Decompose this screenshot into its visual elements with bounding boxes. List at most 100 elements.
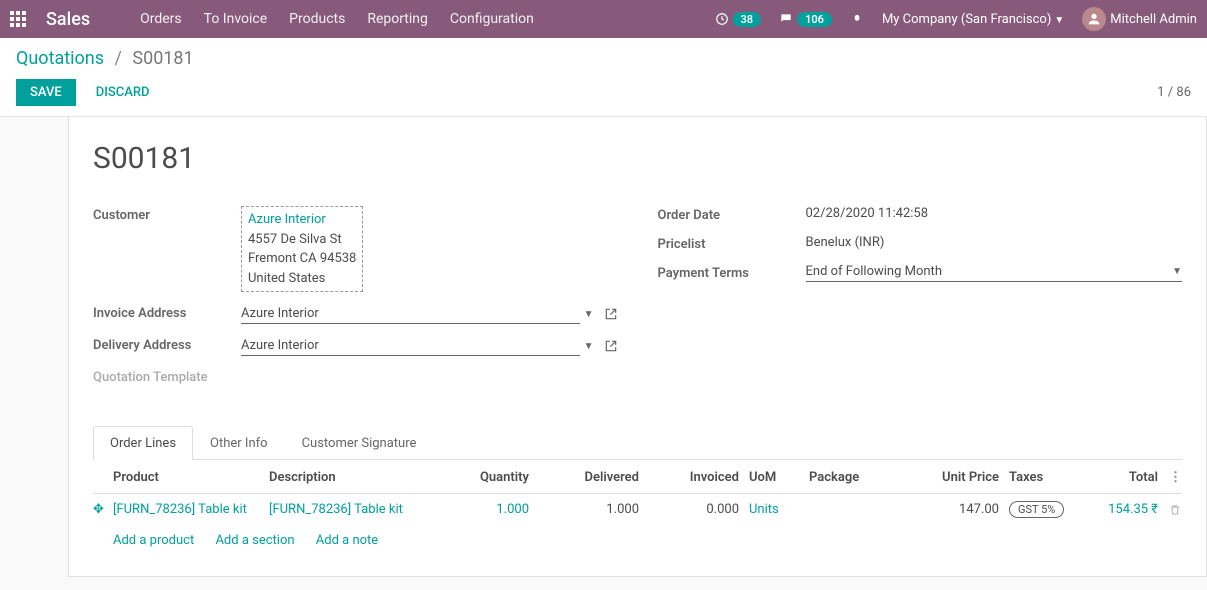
company-name: My Company (San Francisco) bbox=[882, 12, 1051, 27]
label-quotation-template: Quotation Template bbox=[93, 368, 241, 385]
cell-product[interactable]: [FURN_78236] Table kit bbox=[113, 502, 269, 517]
chat-button[interactable]: 106 bbox=[779, 12, 832, 27]
cell-unit-price[interactable]: 147.00 bbox=[899, 502, 999, 517]
breadcrumb-separator: / bbox=[114, 48, 121, 69]
tab-other-info[interactable]: Other Info bbox=[193, 426, 285, 460]
clock-icon bbox=[715, 12, 729, 26]
navbar-right: 38 106 My Company (San Francisco)▼ Mitch… bbox=[715, 7, 1198, 31]
customer-card: Azure Interior 4557 De Silva St Fremont … bbox=[241, 206, 363, 292]
header-total: Total bbox=[1079, 470, 1158, 485]
pager[interactable]: 1 / 86 bbox=[1157, 85, 1191, 100]
field-customer: Customer Azure Interior 4557 De Silva St… bbox=[93, 206, 618, 292]
breadcrumb: Quotations / S00181 bbox=[16, 48, 1191, 69]
label-pricelist: Pricelist bbox=[658, 235, 806, 252]
header-delivered: Delivered bbox=[529, 470, 639, 485]
value-payment-terms[interactable]: End of Following Month ▼ bbox=[806, 264, 1183, 282]
save-button[interactable]: SAVE bbox=[16, 79, 76, 106]
value-order-date[interactable]: 02/28/2020 11:42:58 bbox=[806, 206, 1183, 221]
customer-street: 4557 De Silva St bbox=[248, 230, 356, 250]
table-header: Product Description Quantity Delivered I… bbox=[93, 460, 1182, 494]
nav-reporting[interactable]: Reporting bbox=[367, 11, 428, 27]
cell-delivered[interactable]: 1.000 bbox=[529, 502, 639, 517]
chevron-down-icon[interactable]: ▼ bbox=[584, 341, 594, 352]
tab-order-lines[interactable]: Order Lines bbox=[93, 426, 193, 460]
tax-badge: GST 5% bbox=[1009, 501, 1064, 518]
navbar-left: Sales Orders To Invoice Products Reporti… bbox=[10, 9, 534, 30]
customer-city: Fremont CA 94538 bbox=[248, 249, 356, 269]
form-container: S00181 Customer Azure Interior 4557 De S… bbox=[0, 117, 1207, 577]
customer-name[interactable]: Azure Interior bbox=[248, 210, 356, 230]
cell-invoiced[interactable]: 0.000 bbox=[639, 502, 739, 517]
cell-taxes[interactable]: GST 5% bbox=[999, 501, 1079, 518]
apps-icon[interactable] bbox=[10, 11, 26, 27]
avatar bbox=[1082, 7, 1106, 31]
label-customer: Customer bbox=[93, 206, 241, 223]
caret-down-icon: ▼ bbox=[1054, 15, 1064, 26]
field-invoice-address: Invoice Address ▼ bbox=[93, 304, 618, 324]
nav-configuration[interactable]: Configuration bbox=[450, 11, 534, 27]
header-quantity: Quantity bbox=[449, 470, 529, 485]
header-package: Package bbox=[799, 470, 899, 485]
cell-description[interactable]: [FURN_78236] Table kit bbox=[269, 502, 449, 517]
label-invoice-address: Invoice Address bbox=[93, 304, 241, 321]
label-delivery-address: Delivery Address bbox=[93, 336, 241, 353]
delivery-address-input[interactable] bbox=[241, 336, 580, 356]
label-order-date: Order Date bbox=[658, 206, 806, 223]
add-note-link[interactable]: Add a note bbox=[316, 533, 378, 548]
form-left-column: Customer Azure Interior 4557 De Silva St… bbox=[93, 206, 618, 397]
payment-terms-text: End of Following Month bbox=[806, 264, 1169, 279]
invoice-address-input[interactable] bbox=[241, 304, 580, 324]
app-brand[interactable]: Sales bbox=[46, 9, 90, 30]
value-delivery-address: ▼ bbox=[241, 336, 618, 356]
field-delivery-address: Delivery Address ▼ bbox=[93, 336, 618, 356]
header-taxes: Taxes bbox=[999, 470, 1079, 485]
label-payment-terms: Payment Terms bbox=[658, 264, 806, 281]
chat-icon bbox=[779, 12, 793, 26]
chat-badge: 106 bbox=[797, 12, 832, 27]
customer-country: United States bbox=[248, 269, 356, 289]
chevron-down-icon[interactable]: ▼ bbox=[584, 309, 594, 320]
value-customer[interactable]: Azure Interior 4557 De Silva St Fremont … bbox=[241, 206, 618, 292]
form-right-column: Order Date 02/28/2020 11:42:58 Pricelist… bbox=[658, 206, 1183, 397]
user-menu[interactable]: Mitchell Admin bbox=[1082, 7, 1197, 31]
header-invoiced: Invoiced bbox=[639, 470, 739, 485]
field-quotation-template: Quotation Template bbox=[93, 368, 618, 385]
add-product-link[interactable]: Add a product bbox=[113, 533, 194, 548]
nav-orders[interactable]: Orders bbox=[140, 11, 182, 27]
header-unit-price: Unit Price bbox=[899, 470, 999, 485]
field-pricelist: Pricelist Benelux (INR) bbox=[658, 235, 1183, 252]
table-row[interactable]: ✥ [FURN_78236] Table kit [FURN_78236] Ta… bbox=[93, 494, 1182, 525]
value-invoice-address: ▼ bbox=[241, 304, 618, 324]
navbar: Sales Orders To Invoice Products Reporti… bbox=[0, 0, 1207, 38]
nav-products[interactable]: Products bbox=[289, 11, 345, 27]
tabs: Order Lines Other Info Customer Signatur… bbox=[93, 425, 1182, 460]
debug-icon[interactable] bbox=[850, 11, 864, 27]
page-title: S00181 bbox=[93, 141, 1182, 176]
discard-button[interactable]: DISCARD bbox=[96, 85, 150, 100]
nav-to-invoice[interactable]: To Invoice bbox=[204, 11, 268, 27]
form-sheet: S00181 Customer Azure Interior 4557 De S… bbox=[68, 117, 1207, 577]
header-product: Product bbox=[113, 470, 269, 485]
tab-customer-signature[interactable]: Customer Signature bbox=[285, 426, 434, 460]
add-section-link[interactable]: Add a section bbox=[215, 533, 294, 548]
columns-menu-icon[interactable]: ⋮ bbox=[1158, 470, 1182, 485]
form-columns: Customer Azure Interior 4557 De Silva St… bbox=[93, 206, 1182, 397]
external-link-icon[interactable] bbox=[604, 339, 618, 354]
control-buttons: SAVE DISCARD 1 / 86 bbox=[16, 79, 1191, 116]
drag-handle-icon[interactable]: ✥ bbox=[93, 502, 113, 517]
nav-menu: Orders To Invoice Products Reporting Con… bbox=[140, 11, 534, 27]
cell-uom[interactable]: Units bbox=[739, 502, 799, 517]
breadcrumb-root[interactable]: Quotations bbox=[16, 48, 104, 69]
value-pricelist[interactable]: Benelux (INR) bbox=[806, 235, 1183, 250]
trash-icon[interactable] bbox=[1158, 502, 1182, 517]
chevron-down-icon: ▼ bbox=[1172, 266, 1182, 277]
company-switcher[interactable]: My Company (San Francisco)▼ bbox=[882, 12, 1064, 27]
user-name: Mitchell Admin bbox=[1110, 12, 1197, 27]
control-panel: Quotations / S00181 SAVE DISCARD 1 / 86 bbox=[0, 38, 1207, 117]
timer-button[interactable]: 38 bbox=[715, 12, 762, 27]
cell-quantity[interactable]: 1.000 bbox=[449, 502, 529, 517]
external-link-icon[interactable] bbox=[604, 307, 618, 322]
cell-total[interactable]: 154.35 ₹ bbox=[1079, 502, 1158, 517]
timer-badge: 38 bbox=[733, 12, 762, 27]
breadcrumb-current: S00181 bbox=[132, 48, 193, 69]
